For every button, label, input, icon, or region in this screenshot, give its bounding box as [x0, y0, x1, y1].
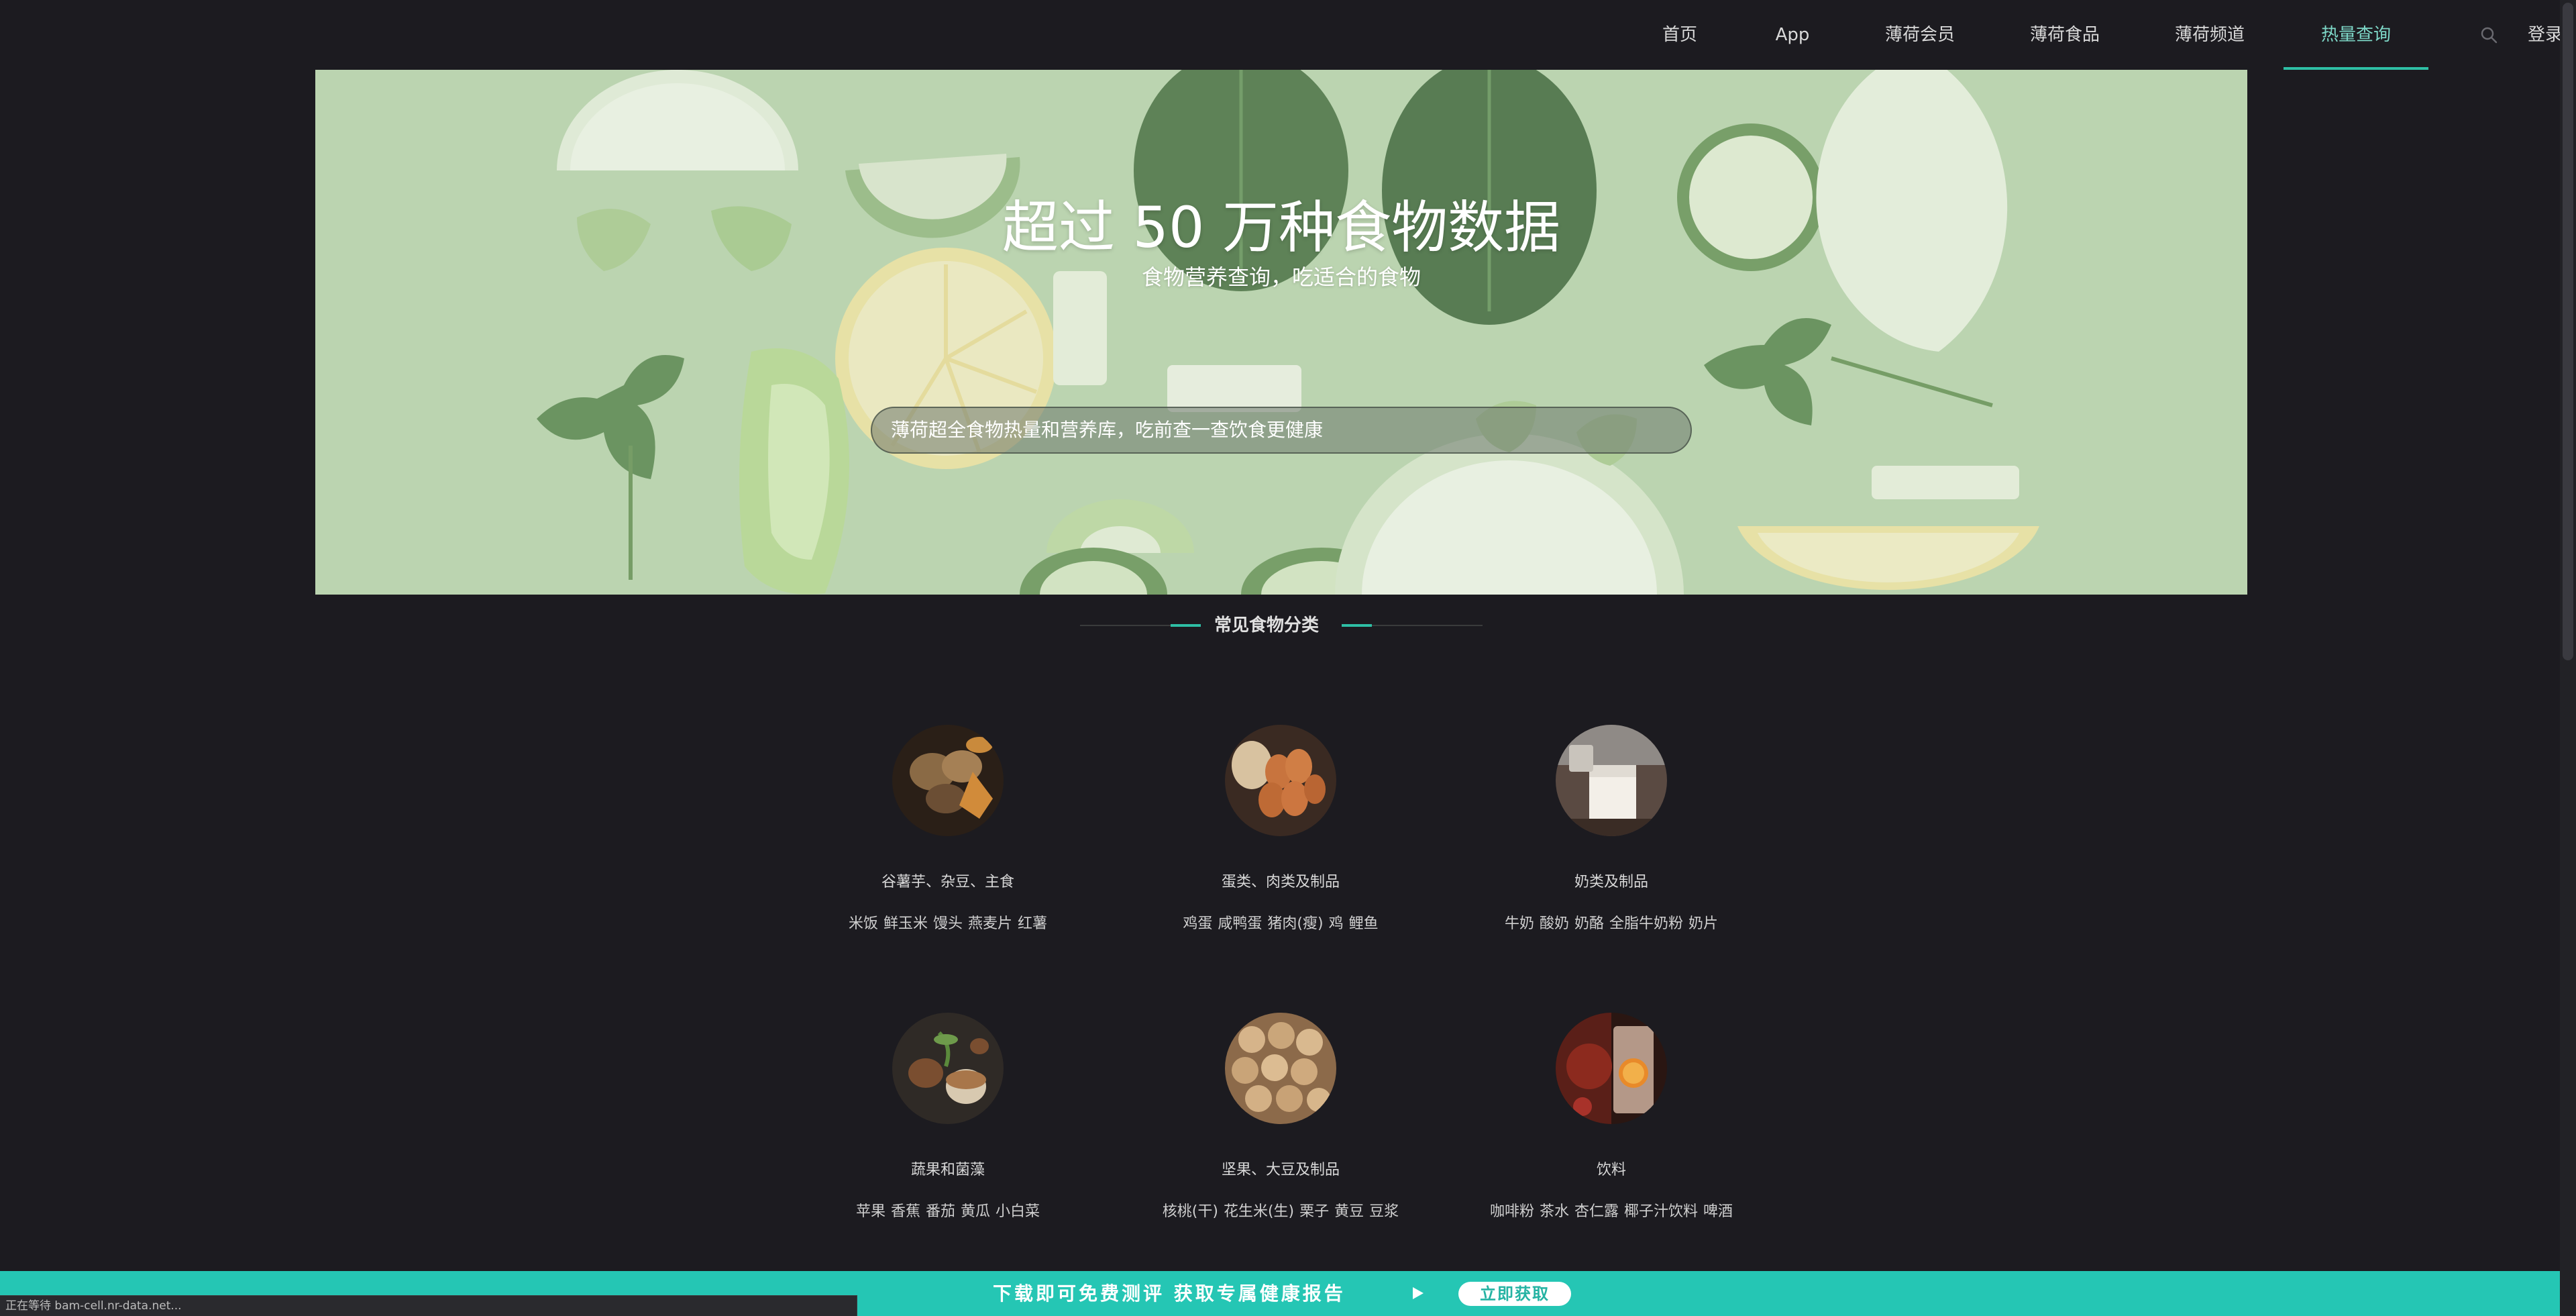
category-name[interactable]: 饮料 [1470, 1158, 1752, 1179]
category-image-nuts-beans[interactable] [1225, 1013, 1336, 1124]
nav-item-home[interactable]: 首页 [1652, 0, 1708, 70]
food-link[interactable]: 番茄 [926, 1203, 955, 1220]
food-link[interactable]: 茶水 [1540, 1203, 1569, 1220]
category-foods: 鸡蛋 咸鸭蛋 猪肉(瘦) 鸡鲤鱼 [1140, 911, 1421, 933]
banner-text: 下载即可免费测评 获取专属健康报告 [993, 1282, 1346, 1305]
category-image-eggs-meat[interactable] [1225, 725, 1336, 836]
food-link[interactable]: 馒头 [933, 915, 963, 932]
food-link[interactable]: 黄瓜 [961, 1203, 990, 1220]
food-link[interactable]: 燕麦片 [968, 915, 1012, 932]
hero-banner: 超过 50 万种食物数据 食物营养查询，吃适合的食物 薄荷超全食物热量和营养库，… [315, 70, 2247, 595]
food-link[interactable]: 啤酒 [1703, 1203, 1733, 1220]
category-card: 蛋类、肉类及制品 鸡蛋 咸鸭蛋 猪肉(瘦) 鸡鲤鱼 [1140, 725, 1421, 933]
category-name[interactable]: 蔬果和菌藻 [807, 1158, 1089, 1179]
divider-line [1372, 625, 1483, 626]
top-header: 首页 App 薄荷会员 薄荷食品 薄荷频道 热量查询 登录 [0, 0, 2576, 70]
food-link[interactable]: 猪肉(瘦) [1267, 915, 1323, 932]
category-name[interactable]: 谷薯芋、杂豆、主食 [807, 870, 1089, 891]
scrollbar-thumb[interactable] [2563, 3, 2573, 660]
category-card: 蔬果和菌藻 苹果 香蕉 番茄 黄瓜 小白菜 [807, 1013, 1089, 1221]
food-link[interactable]: 牛奶 [1505, 915, 1534, 932]
category-foods: 牛奶 酸奶 奶酪 全脂牛奶粉 奶片 [1470, 911, 1752, 933]
divider-line [1080, 625, 1171, 626]
category-name[interactable]: 蛋类、肉类及制品 [1140, 870, 1421, 891]
food-link[interactable]: 鲜玉米 [883, 915, 928, 932]
food-link[interactable]: 全脂牛奶粉 [1609, 915, 1683, 932]
food-link[interactable]: 栗子 [1299, 1203, 1329, 1220]
hero-title: 超过 50 万种食物数据 [1002, 195, 1561, 260]
food-link[interactable]: 鸡 [1329, 915, 1344, 932]
food-link[interactable]: 红薯 [1018, 915, 1047, 932]
food-link[interactable]: 米饭 [849, 915, 878, 932]
food-link[interactable]: 苹果 [856, 1203, 885, 1220]
food-link[interactable]: 奶片 [1688, 915, 1718, 932]
get-now-button[interactable]: 立即获取 [1458, 1282, 1571, 1306]
nav-item-calorie-query[interactable]: 热量查询 [2284, 0, 2428, 70]
category-foods: 咖啡粉 茶水 杏仁露 椰子汁饮料 啤酒 [1470, 1199, 1752, 1221]
divider-accent [1171, 624, 1201, 627]
category-image-grains[interactable] [892, 725, 1004, 836]
nav-item-channel[interactable]: 薄荷频道 [2172, 0, 2247, 70]
category-card: 饮料 咖啡粉 茶水 杏仁露 椰子汁饮料 啤酒 [1470, 1013, 1752, 1221]
category-name[interactable]: 坚果、大豆及制品 [1140, 1158, 1421, 1179]
category-foods: 米饭 鲜玉米 馒头 燕麦片 红薯 [807, 911, 1089, 933]
food-link[interactable]: 鲤鱼 [1349, 915, 1379, 932]
category-card: 奶类及制品 牛奶 酸奶 奶酪 全脂牛奶粉 奶片 [1470, 725, 1752, 933]
category-foods: 核桃(干) 花生米(生) 栗子 黄豆 豆浆 [1140, 1199, 1421, 1221]
hero-subtitle: 食物营养查询，吃适合的食物 [1141, 264, 1421, 290]
category-card: 坚果、大豆及制品 核桃(干) 花生米(生) 栗子 黄豆 豆浆 [1140, 1013, 1421, 1221]
category-name[interactable]: 奶类及制品 [1470, 870, 1752, 891]
food-link[interactable]: 奶酪 [1574, 915, 1604, 932]
food-link[interactable]: 黄豆 [1334, 1203, 1364, 1220]
play-arrow-icon [1413, 1287, 1424, 1299]
food-link[interactable]: 咸鸭蛋 [1218, 915, 1262, 932]
divider-accent [1342, 624, 1372, 627]
nav-item-food-products[interactable]: 薄荷食品 [2027, 0, 2102, 70]
food-link[interactable]: 咖啡粉 [1490, 1203, 1534, 1220]
food-link[interactable]: 鸡蛋 [1183, 915, 1212, 932]
nav-item-app[interactable]: App [1763, 0, 1822, 70]
food-link[interactable]: 香蕉 [891, 1203, 920, 1220]
hero-background-image [315, 70, 2247, 595]
food-link[interactable]: 椰子汁饮料 [1624, 1203, 1698, 1220]
category-image-vegetables-fungi[interactable] [892, 1013, 1004, 1124]
food-search-input[interactable]: 薄荷超全食物热量和营养库，吃前查一查饮食更健康 [871, 407, 1692, 454]
category-card: 谷薯芋、杂豆、主食 米饭 鲜玉米 馒头 燕麦片 红薯 [807, 725, 1089, 933]
category-image-dairy[interactable] [1556, 725, 1667, 836]
section-heading: 常见食物分类 [1080, 611, 1483, 640]
category-foods: 苹果 香蕉 番茄 黄瓜 小白菜 [807, 1199, 1089, 1221]
category-image-beverages[interactable] [1556, 1013, 1667, 1124]
food-link[interactable]: 核桃(干) [1163, 1203, 1218, 1220]
section-title: 常见食物分类 [1214, 615, 1319, 636]
food-link[interactable]: 豆浆 [1369, 1203, 1399, 1220]
nav-item-membership[interactable]: 薄荷会员 [1882, 0, 1957, 70]
food-link[interactable]: 酸奶 [1540, 915, 1569, 932]
food-link[interactable]: 杏仁露 [1574, 1203, 1619, 1220]
food-link[interactable]: 花生米(生) [1224, 1203, 1294, 1220]
main-nav: 首页 App 薄荷会员 薄荷食品 薄荷频道 热量查询 [0, 0, 2576, 70]
search-icon[interactable] [2479, 26, 2498, 44]
food-link[interactable]: 小白菜 [996, 1203, 1040, 1220]
browser-status-bar: 正在等待 bam-cell.nr-data.net... [0, 1295, 857, 1316]
